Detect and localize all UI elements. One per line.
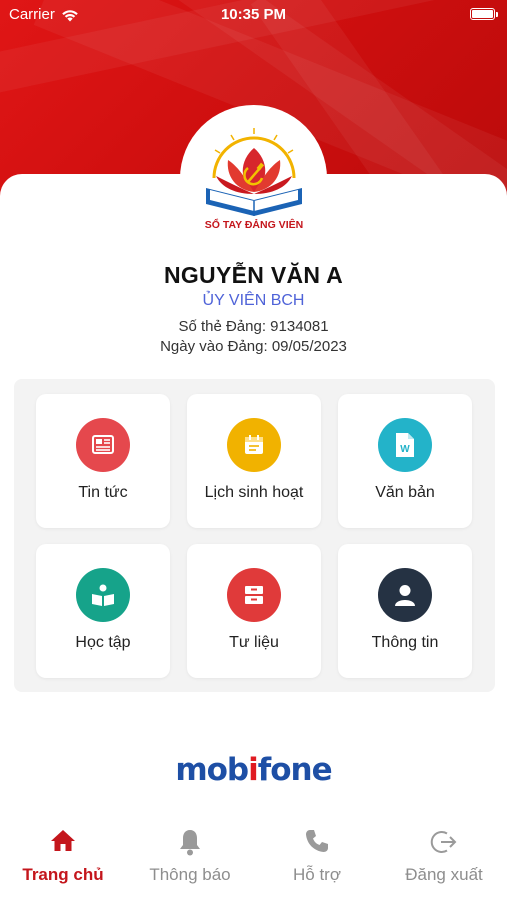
app-logo: SỔ TAY ĐẢNG VIÊN xyxy=(205,128,303,231)
menu-label: Học tập xyxy=(75,634,131,651)
word-document-icon: W xyxy=(378,418,432,472)
clock: 10:35 PM xyxy=(220,6,287,23)
bell-icon xyxy=(180,830,200,856)
tab-label: Thông báo xyxy=(149,865,231,884)
mobifone-logo: mobifone xyxy=(175,752,332,788)
member-name: NGUYỄN VĂN A xyxy=(163,262,344,288)
menu-news[interactable]: Tin tức xyxy=(36,394,170,528)
phone-icon xyxy=(306,830,328,852)
open-book-icon xyxy=(76,568,130,622)
menu-label: Văn bản xyxy=(375,484,435,501)
svg-text:W: W xyxy=(400,444,410,455)
tab-label: Trang chủ xyxy=(22,865,104,884)
tab-logout[interactable]: Đăng xuất xyxy=(381,814,507,900)
menu-label: Tin tức xyxy=(78,484,128,501)
menu-information[interactable]: Thông tin xyxy=(338,544,472,678)
home-icon xyxy=(51,830,75,851)
archive-icon xyxy=(227,568,281,622)
tab-label: Hỗ trợ xyxy=(293,865,341,884)
menu-learning[interactable]: Học tập xyxy=(36,544,170,678)
tab-support[interactable]: Hỗ trợ xyxy=(254,814,380,900)
tab-notifications[interactable]: Thông báo xyxy=(127,814,253,900)
menu-label: Tư liệu xyxy=(229,634,279,651)
menu-label: Lịch sinh hoạt xyxy=(204,484,304,501)
party-join-date: Ngày vào Đảng: 09/05/2023 xyxy=(160,338,347,355)
bottom-tab-bar: Trang chủ Thông báo Hỗ trợ Đăng xuất xyxy=(0,814,507,900)
tab-label: Đăng xuất xyxy=(405,865,483,884)
menu-archives[interactable]: Tư liệu xyxy=(187,544,321,678)
tab-home[interactable]: Trang chủ xyxy=(0,814,126,900)
menu-label: Thông tin xyxy=(371,634,439,651)
calendar-icon xyxy=(227,418,281,472)
status-bar: Carrier 10:35 PM xyxy=(0,0,507,28)
member-role: ỦY VIÊN BCH xyxy=(202,292,305,309)
menu-documents[interactable]: W Văn bản xyxy=(338,394,472,528)
newspaper-icon xyxy=(76,418,130,472)
party-card-number: Số thẻ Đảng: 9134081 xyxy=(178,318,329,335)
logo-text: SỔ TAY ĐẢNG VIÊN xyxy=(205,218,303,231)
user-icon xyxy=(378,568,432,622)
battery-icon xyxy=(470,8,498,20)
menu-activity-schedule[interactable]: Lịch sinh hoạt xyxy=(187,394,321,528)
logout-icon xyxy=(430,831,457,853)
